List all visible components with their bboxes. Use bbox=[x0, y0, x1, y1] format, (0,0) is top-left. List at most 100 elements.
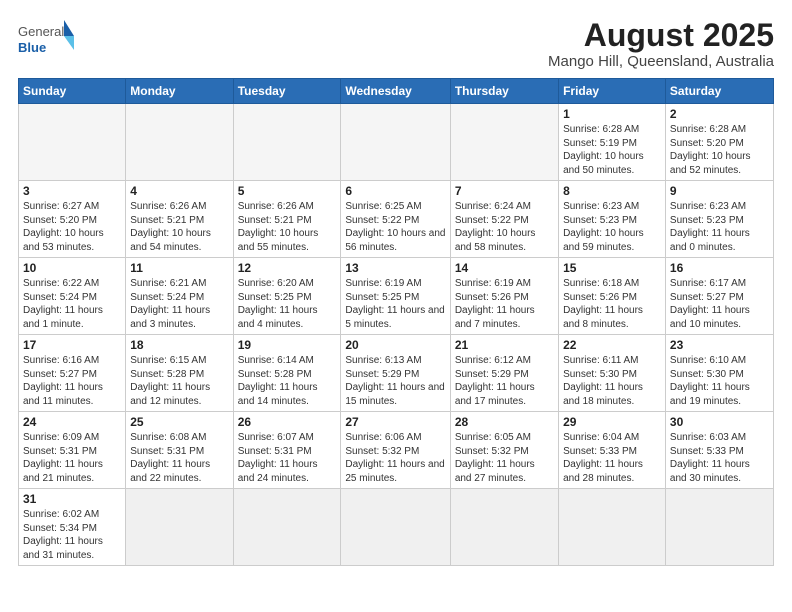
table-row: 13Sunrise: 6:19 AM Sunset: 5:25 PM Dayli… bbox=[341, 258, 450, 335]
calendar-header-row: Sunday Monday Tuesday Wednesday Thursday… bbox=[19, 79, 774, 104]
day-number: 29 bbox=[563, 415, 661, 429]
day-number: 9 bbox=[670, 184, 769, 198]
day-number: 4 bbox=[130, 184, 228, 198]
day-number: 8 bbox=[563, 184, 661, 198]
header: General Blue August 2025 Mango Hill, Que… bbox=[18, 18, 774, 70]
day-info: Sunrise: 6:28 AM Sunset: 5:19 PM Dayligh… bbox=[563, 123, 661, 177]
table-row: 14 Sunrise: 6:19 AM Sunset: 5:26 PM Dayli… bbox=[450, 258, 558, 335]
table-row: 12 Sunrise: 6:20 AM Sunset: 5:25 PM Dayli… bbox=[233, 258, 341, 335]
table-row: 29 Sunrise: 6:04 AM Sunset: 5:33 PM Dayli… bbox=[559, 412, 666, 489]
table-row: 8 Sunrise: 6:23 AM Sunset: 5:23 PM Daylig… bbox=[559, 181, 666, 258]
day-info: Sunrise: 6:05 AM Sunset: 5:32 PM Dayligh… bbox=[455, 431, 554, 485]
table-row: 2Sunrise: 6:28 AM Sunset: 5:20 PM Daylig… bbox=[665, 104, 773, 181]
table-row: 16 Sunrise: 6:17 AM Sunset: 5:27 PM Dayli… bbox=[665, 258, 773, 335]
table-row: 9Sunrise: 6:23 AM Sunset: 5:23 PM Daylig… bbox=[665, 181, 773, 258]
day-number: 7 bbox=[455, 184, 554, 198]
day-info: Sunrise: 6:17 AM Sunset: 5:27 PM Dayligh… bbox=[670, 277, 769, 331]
table-row: 18 Sunrise: 6:15 AM Sunset: 5:28 PM Dayli… bbox=[126, 335, 233, 412]
table-row bbox=[341, 489, 450, 566]
day-info: Sunrise: 6:09 AM Sunset: 5:31 PM Dayligh… bbox=[23, 431, 121, 485]
day-number: 16 bbox=[670, 261, 769, 275]
table-row: 31 Sunrise: 6:02 AM Sunset: 5:34 PM Dayli… bbox=[19, 489, 126, 566]
day-info: Sunrise: 6:02 AM Sunset: 5:34 PM Dayligh… bbox=[23, 508, 121, 562]
day-info: Sunrise: 6:04 AM Sunset: 5:33 PM Dayligh… bbox=[563, 431, 661, 485]
day-number: 1 bbox=[563, 107, 661, 121]
col-thursday: Thursday bbox=[450, 79, 558, 104]
table-row: 3 Sunrise: 6:27 AM Sunset: 5:20 PM Daylig… bbox=[19, 181, 126, 258]
table-row: 6Sunrise: 6:25 AM Sunset: 5:22 PM Daylig… bbox=[341, 181, 450, 258]
generalblue-logo-icon: General Blue bbox=[18, 18, 74, 60]
table-row: 23 Sunrise: 6:10 AM Sunset: 5:30 PM Dayli… bbox=[665, 335, 773, 412]
day-info: Sunrise: 6:22 AM Sunset: 5:24 PM Dayligh… bbox=[23, 277, 121, 331]
table-row: 26Sunrise: 6:07 AM Sunset: 5:31 PM Dayli… bbox=[233, 412, 341, 489]
day-number: 2 bbox=[670, 107, 769, 121]
day-number: 31 bbox=[23, 492, 121, 506]
table-row: 30Sunrise: 6:03 AM Sunset: 5:33 PM Dayli… bbox=[665, 412, 773, 489]
table-row: 11Sunrise: 6:21 AM Sunset: 5:24 PM Dayli… bbox=[126, 258, 233, 335]
calendar-title: August 2025 bbox=[548, 18, 774, 53]
table-row: 7 Sunrise: 6:24 AM Sunset: 5:22 PM Daylig… bbox=[450, 181, 558, 258]
table-row: 28 Sunrise: 6:05 AM Sunset: 5:32 PM Dayli… bbox=[450, 412, 558, 489]
calendar-week-row: 3 Sunrise: 6:27 AM Sunset: 5:20 PM Daylig… bbox=[19, 181, 774, 258]
table-row: 19 Sunrise: 6:14 AM Sunset: 5:28 PM Dayli… bbox=[233, 335, 341, 412]
table-row: 10 Sunrise: 6:22 AM Sunset: 5:24 PM Dayli… bbox=[19, 258, 126, 335]
day-number: 3 bbox=[23, 184, 121, 198]
col-saturday: Saturday bbox=[665, 79, 773, 104]
day-info: Sunrise: 6:13 AM Sunset: 5:29 PM Dayligh… bbox=[345, 354, 445, 408]
day-info: Sunrise: 6:18 AM Sunset: 5:26 PM Dayligh… bbox=[563, 277, 661, 331]
day-number: 11 bbox=[130, 261, 228, 275]
svg-text:Blue: Blue bbox=[18, 40, 46, 55]
day-number: 18 bbox=[130, 338, 228, 352]
day-info: Sunrise: 6:19 AM Sunset: 5:25 PM Dayligh… bbox=[345, 277, 445, 331]
logo: General Blue bbox=[18, 18, 74, 60]
table-row bbox=[450, 104, 558, 181]
table-row bbox=[665, 489, 773, 566]
day-number: 19 bbox=[238, 338, 337, 352]
table-row: 25Sunrise: 6:08 AM Sunset: 5:31 PM Dayli… bbox=[126, 412, 233, 489]
calendar-week-row: 1 Sunrise: 6:28 AM Sunset: 5:19 PM Daylig… bbox=[19, 104, 774, 181]
day-number: 30 bbox=[670, 415, 769, 429]
day-info: Sunrise: 6:14 AM Sunset: 5:28 PM Dayligh… bbox=[238, 354, 337, 408]
calendar-week-row: 31 Sunrise: 6:02 AM Sunset: 5:34 PM Dayli… bbox=[19, 489, 774, 566]
day-number: 14 bbox=[455, 261, 554, 275]
day-number: 5 bbox=[238, 184, 337, 198]
day-info: Sunrise: 6:24 AM Sunset: 5:22 PM Dayligh… bbox=[455, 200, 554, 254]
col-friday: Friday bbox=[559, 79, 666, 104]
table-row: 22 Sunrise: 6:11 AM Sunset: 5:30 PM Dayli… bbox=[559, 335, 666, 412]
table-row bbox=[19, 104, 126, 181]
day-number: 22 bbox=[563, 338, 661, 352]
table-row: 1 Sunrise: 6:28 AM Sunset: 5:19 PM Daylig… bbox=[559, 104, 666, 181]
day-number: 28 bbox=[455, 415, 554, 429]
day-number: 10 bbox=[23, 261, 121, 275]
day-info: Sunrise: 6:10 AM Sunset: 5:30 PM Dayligh… bbox=[670, 354, 769, 408]
day-number: 23 bbox=[670, 338, 769, 352]
calendar-table: Sunday Monday Tuesday Wednesday Thursday… bbox=[18, 78, 774, 566]
col-sunday: Sunday bbox=[19, 79, 126, 104]
day-info: Sunrise: 6:19 AM Sunset: 5:26 PM Dayligh… bbox=[455, 277, 554, 331]
day-number: 25 bbox=[130, 415, 228, 429]
table-row: 27Sunrise: 6:06 AM Sunset: 5:32 PM Dayli… bbox=[341, 412, 450, 489]
page: General Blue August 2025 Mango Hill, Que… bbox=[0, 0, 792, 612]
table-row bbox=[126, 489, 233, 566]
table-row bbox=[233, 489, 341, 566]
day-info: Sunrise: 6:20 AM Sunset: 5:25 PM Dayligh… bbox=[238, 277, 337, 331]
day-info: Sunrise: 6:06 AM Sunset: 5:32 PM Dayligh… bbox=[345, 431, 445, 485]
calendar-week-row: 10 Sunrise: 6:22 AM Sunset: 5:24 PM Dayli… bbox=[19, 258, 774, 335]
day-info: Sunrise: 6:11 AM Sunset: 5:30 PM Dayligh… bbox=[563, 354, 661, 408]
day-number: 15 bbox=[563, 261, 661, 275]
table-row bbox=[559, 489, 666, 566]
day-info: Sunrise: 6:16 AM Sunset: 5:27 PM Dayligh… bbox=[23, 354, 121, 408]
table-row: 21Sunrise: 6:12 AM Sunset: 5:29 PM Dayli… bbox=[450, 335, 558, 412]
day-info: Sunrise: 6:23 AM Sunset: 5:23 PM Dayligh… bbox=[563, 200, 661, 254]
day-info: Sunrise: 6:26 AM Sunset: 5:21 PM Dayligh… bbox=[130, 200, 228, 254]
day-info: Sunrise: 6:27 AM Sunset: 5:20 PM Dayligh… bbox=[23, 200, 121, 254]
day-info: Sunrise: 6:12 AM Sunset: 5:29 PM Dayligh… bbox=[455, 354, 554, 408]
day-number: 12 bbox=[238, 261, 337, 275]
day-info: Sunrise: 6:15 AM Sunset: 5:28 PM Dayligh… bbox=[130, 354, 228, 408]
day-info: Sunrise: 6:26 AM Sunset: 5:21 PM Dayligh… bbox=[238, 200, 337, 254]
day-number: 20 bbox=[345, 338, 445, 352]
table-row: 20 Sunrise: 6:13 AM Sunset: 5:29 PM Dayli… bbox=[341, 335, 450, 412]
table-row: 4 Sunrise: 6:26 AM Sunset: 5:21 PM Daylig… bbox=[126, 181, 233, 258]
calendar-week-row: 24Sunrise: 6:09 AM Sunset: 5:31 PM Dayli… bbox=[19, 412, 774, 489]
day-number: 26 bbox=[238, 415, 337, 429]
